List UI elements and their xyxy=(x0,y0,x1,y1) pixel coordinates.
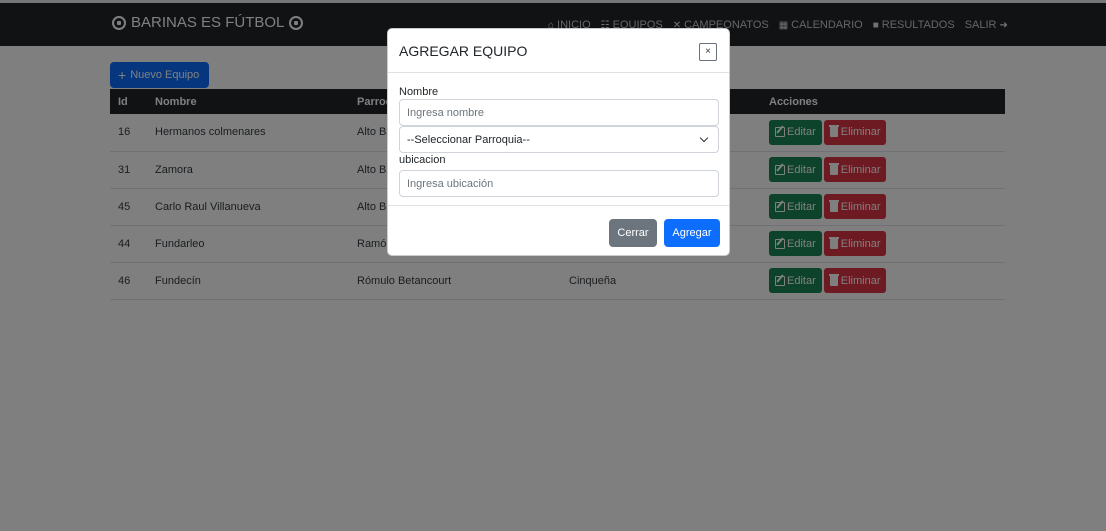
modal-title: AGREGAR EQUIPO xyxy=(399,42,528,59)
modal-body: Nombre Ingresa nombre --Seleccionar Parr… xyxy=(399,86,719,197)
location-input[interactable]: Ingresa ubicación xyxy=(399,170,719,197)
submit-button[interactable]: Agregar xyxy=(664,219,720,247)
modal-divider xyxy=(388,205,729,206)
name-input[interactable]: Ingresa nombre xyxy=(399,99,719,126)
parish-select[interactable]: --Seleccionar Parroquia-- xyxy=(399,126,719,153)
chevron-down-icon xyxy=(699,133,709,143)
modal-header: AGREGAR EQUIPO xyxy=(388,29,729,73)
cancel-button[interactable]: Cerrar xyxy=(609,219,657,247)
name-label: Nombre xyxy=(399,86,439,98)
close-icon[interactable]: × xyxy=(699,43,717,61)
location-label: ubicacion xyxy=(399,154,446,166)
add-team-modal: AGREGAR EQUIPO × Nombre Ingresa nombre -… xyxy=(387,28,730,256)
parish-select-value: --Seleccionar Parroquia-- xyxy=(407,133,530,146)
